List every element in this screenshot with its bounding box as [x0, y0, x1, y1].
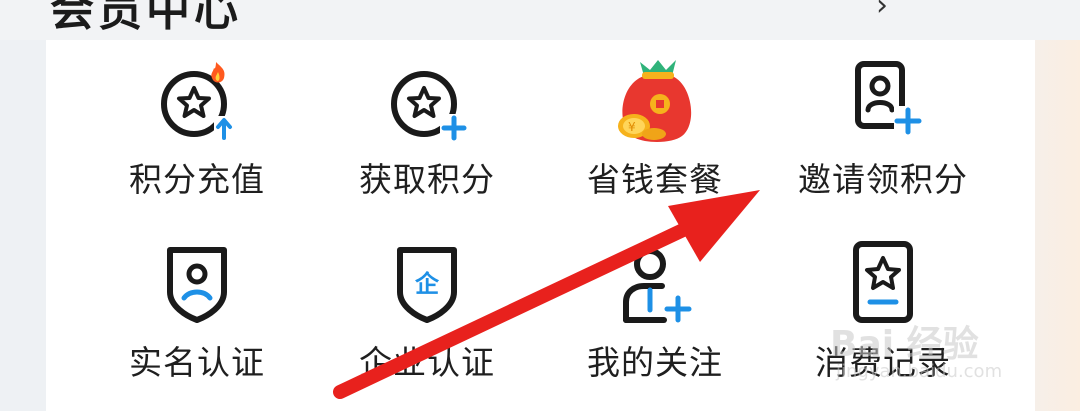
star-record-icon: [853, 241, 913, 323]
tile-label: 实名认证: [129, 343, 265, 382]
user-follow-icon: [623, 248, 692, 323]
header-strip: 会员中心 ›: [0, 0, 1080, 40]
chevron-right-icon[interactable]: ›: [876, 0, 888, 23]
tile-label: 企业认证: [359, 343, 495, 382]
member-center-page: 会员中心 › 积分充值 获取积分 ¥ 省钱套餐 邀请领积分 实名认证 企 企业认…: [0, 0, 1080, 411]
right-background: [1035, 40, 1080, 411]
shield-enterprise-icon: 企: [397, 247, 457, 323]
page-title: 会员中心: [50, 0, 242, 36]
shield-user-icon: [167, 247, 227, 323]
tile-spending-records[interactable]: 消费记录: [768, 40, 998, 382]
tile-label: 我的关注: [587, 343, 723, 382]
services-card: 积分充值 获取积分 ¥ 省钱套餐 邀请领积分 实名认证 企 企业认证 我的关注 …: [46, 40, 1035, 411]
tile-enterprise-verify[interactable]: 企 企业认证: [312, 40, 542, 382]
tile-real-name-verify[interactable]: 实名认证: [82, 40, 312, 382]
tile-label: 消费记录: [815, 343, 951, 382]
left-background: [0, 40, 46, 411]
svg-text:企: 企: [415, 270, 440, 298]
tile-my-follows[interactable]: 我的关注: [540, 40, 770, 382]
